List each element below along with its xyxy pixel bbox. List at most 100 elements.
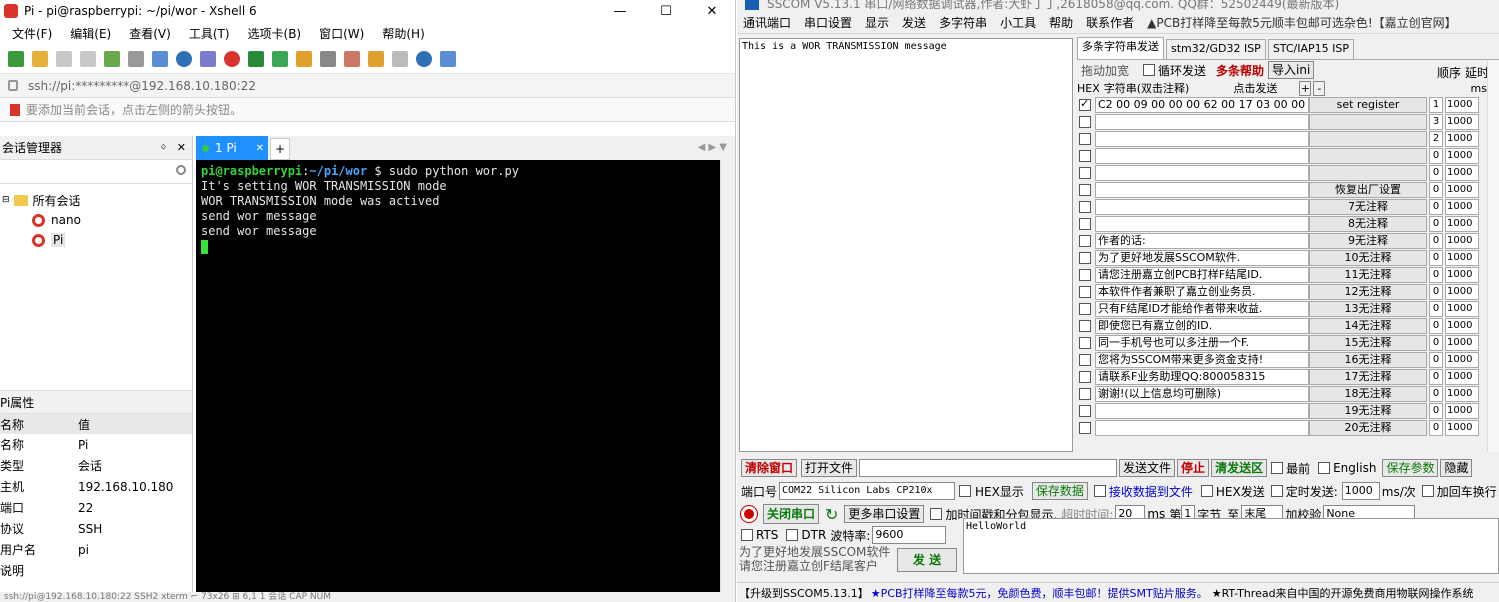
row-hex-checkbox[interactable]: [1079, 167, 1091, 179]
row-order-input[interactable]: 0: [1429, 266, 1443, 283]
row-order-input[interactable]: 0: [1429, 283, 1443, 300]
row-order-input[interactable]: 3: [1429, 113, 1443, 130]
row-delay-input[interactable]: 1000: [1445, 181, 1479, 198]
timed-interval-input[interactable]: 1000: [1341, 482, 1380, 500]
row-string-input[interactable]: [1095, 402, 1309, 419]
hex-send-checkbox[interactable]: [1200, 485, 1213, 497]
row-string-input[interactable]: 作者的话:: [1095, 232, 1309, 249]
keyboard-icon[interactable]: [320, 50, 336, 67]
row-string-input[interactable]: 请您注册嘉立创PCB打样F结尾ID.: [1095, 266, 1309, 283]
file-path-input[interactable]: [859, 459, 1118, 477]
dtr-checkbox[interactable]: [786, 529, 799, 541]
row-delay-input[interactable]: 1000: [1445, 147, 1479, 164]
terminal[interactable]: pi@raspberrypi:~/pi/wor $ sudo python wo…: [196, 160, 720, 592]
save-params-button[interactable]: 保存参数: [1382, 459, 1439, 477]
row-send-button[interactable]: 14无注释: [1309, 317, 1427, 334]
search-icon[interactable]: [128, 50, 144, 67]
row-hex-checkbox[interactable]: [1079, 320, 1091, 332]
row-hex-checkbox[interactable]: [1079, 201, 1091, 213]
row-delay-input[interactable]: 1000: [1445, 419, 1479, 436]
row-string-input[interactable]: 为了更好地发展SSCOM软件.: [1095, 249, 1309, 266]
recv-to-file-checkbox[interactable]: [1093, 485, 1106, 497]
new-session-icon[interactable]: [8, 50, 24, 67]
compose-icon[interactable]: [368, 50, 384, 67]
row-send-button[interactable]: 16无注释: [1309, 351, 1427, 368]
row-order-input[interactable]: 0: [1429, 215, 1443, 232]
multi-scrollbar[interactable]: [1487, 60, 1499, 452]
tile-icon[interactable]: [392, 50, 408, 67]
font-icon[interactable]: [200, 50, 216, 67]
row-order-input[interactable]: 0: [1429, 147, 1443, 164]
menu-tools[interactable]: 小工具: [1000, 14, 1036, 31]
row-order-input[interactable]: 1: [1429, 96, 1443, 113]
row-order-input[interactable]: 0: [1429, 334, 1443, 351]
row-delay-input[interactable]: 1000: [1445, 283, 1479, 300]
row-delay-input[interactable]: 1000: [1445, 334, 1479, 351]
row-order-input[interactable]: 0: [1429, 300, 1443, 317]
row-send-button[interactable]: [1309, 147, 1427, 164]
pane-close-icon[interactable]: ✕: [177, 141, 186, 154]
row-delay-input[interactable]: 1000: [1445, 266, 1479, 283]
row-delay-input[interactable]: 1000: [1445, 368, 1479, 385]
menu-help[interactable]: 帮助(H): [382, 25, 424, 42]
menu-tab[interactable]: 选项卡(B): [248, 25, 302, 42]
row-order-input[interactable]: 0: [1429, 317, 1443, 334]
row-string-input[interactable]: 即使您已有嘉立创的ID.: [1095, 317, 1309, 334]
row-order-input[interactable]: 0: [1429, 368, 1443, 385]
menu-send[interactable]: 发送: [902, 14, 926, 31]
maximize-button[interactable]: ☐: [643, 4, 689, 19]
baud-select[interactable]: 9600: [872, 526, 947, 544]
row-order-input[interactable]: 0: [1429, 402, 1443, 419]
bookmark-icon[interactable]: [10, 103, 20, 116]
hide-button[interactable]: 隐藏: [1440, 459, 1473, 477]
add-icon[interactable]: [104, 50, 120, 67]
row-hex-checkbox[interactable]: [1079, 184, 1091, 196]
row-send-button[interactable]: 12无注释: [1309, 283, 1427, 300]
import-ini-button[interactable]: 导入ini: [1268, 61, 1315, 79]
rtthread-ad-link[interactable]: ★RT-Thread来自中国的开源免费商用物联网操作系统: [1212, 585, 1474, 601]
row-string-input[interactable]: [1095, 164, 1309, 181]
row-delay-input[interactable]: 1000: [1445, 130, 1479, 147]
row-send-button[interactable]: 11无注释: [1309, 266, 1427, 283]
pin-icon[interactable]: ᛜ: [160, 141, 167, 154]
row-string-input[interactable]: [1095, 198, 1309, 215]
row-hex-checkbox[interactable]: [1079, 235, 1091, 247]
row-send-button[interactable]: 13无注释: [1309, 300, 1427, 317]
help-icon[interactable]: [416, 50, 432, 67]
row-send-button[interactable]: 7无注释: [1309, 198, 1427, 215]
stop-button[interactable]: 停止: [1177, 459, 1210, 477]
loop-send-checkbox[interactable]: [1143, 64, 1156, 76]
tab-multi-string[interactable]: 多条字符串发送: [1077, 37, 1164, 59]
disconnect-icon[interactable]: [56, 50, 72, 67]
row-order-input[interactable]: 0: [1429, 351, 1443, 368]
tab-nav-icon[interactable]: ◀ ▶ ▼: [698, 136, 727, 160]
row-order-input[interactable]: 0: [1429, 164, 1443, 181]
tab-stc-isp[interactable]: STC/IAP15 ISP: [1267, 39, 1355, 59]
menu-file[interactable]: 文件(F): [12, 25, 52, 42]
menu-tools[interactable]: 工具(T): [189, 25, 230, 42]
row-order-input[interactable]: 2: [1429, 130, 1443, 147]
menu-display[interactable]: 显示: [865, 14, 889, 31]
row-hex-checkbox[interactable]: [1079, 116, 1091, 128]
row-send-button[interactable]: [1309, 130, 1427, 147]
row-string-input[interactable]: 只有F结尾ID才能给作者带来收益.: [1095, 300, 1309, 317]
row-string-input[interactable]: [1095, 130, 1309, 147]
row-order-input[interactable]: 0: [1429, 249, 1443, 266]
row-hex-checkbox[interactable]: [1079, 371, 1091, 383]
row-delay-input[interactable]: 1000: [1445, 113, 1479, 130]
row-string-input[interactable]: 请联系F业务助理QQ:800058315: [1095, 368, 1309, 385]
row-hex-checkbox[interactable]: [1079, 405, 1091, 417]
layout-icon[interactable]: [152, 50, 168, 67]
timed-send-checkbox[interactable]: [1270, 485, 1283, 497]
menu-multi-string[interactable]: 多字符串: [939, 14, 987, 31]
row-delay-input[interactable]: 1000: [1445, 300, 1479, 317]
row-delay-input[interactable]: 1000: [1445, 96, 1479, 113]
highlight-icon[interactable]: [344, 50, 360, 67]
row-order-input[interactable]: 0: [1429, 419, 1443, 436]
hex-show-checkbox[interactable]: [959, 485, 972, 497]
clear-send-button[interactable]: 清发送区: [1211, 459, 1268, 477]
row-string-input[interactable]: [1095, 147, 1309, 164]
row-order-input[interactable]: 0: [1429, 198, 1443, 215]
row-delay-input[interactable]: 1000: [1445, 198, 1479, 215]
row-send-button[interactable]: 恢复出厂设置: [1309, 181, 1427, 198]
